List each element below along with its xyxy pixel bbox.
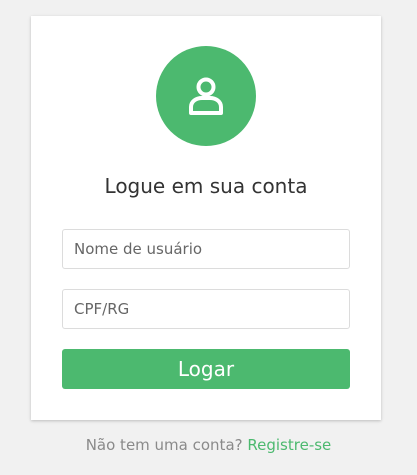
register-prompt-text: Não tem uma conta? (85, 436, 243, 454)
username-input[interactable] (62, 229, 350, 269)
register-link[interactable]: Registre-se (247, 436, 331, 454)
avatar-circle (156, 46, 256, 146)
user-icon (189, 77, 223, 115)
register-prompt: Não tem uma conta? Registre-se (0, 436, 417, 454)
login-card: Logue em sua conta Logar (31, 16, 381, 420)
page-title: Logue em sua conta (104, 174, 308, 198)
cpf-rg-input[interactable] (62, 289, 350, 329)
login-button[interactable]: Logar (62, 349, 350, 389)
